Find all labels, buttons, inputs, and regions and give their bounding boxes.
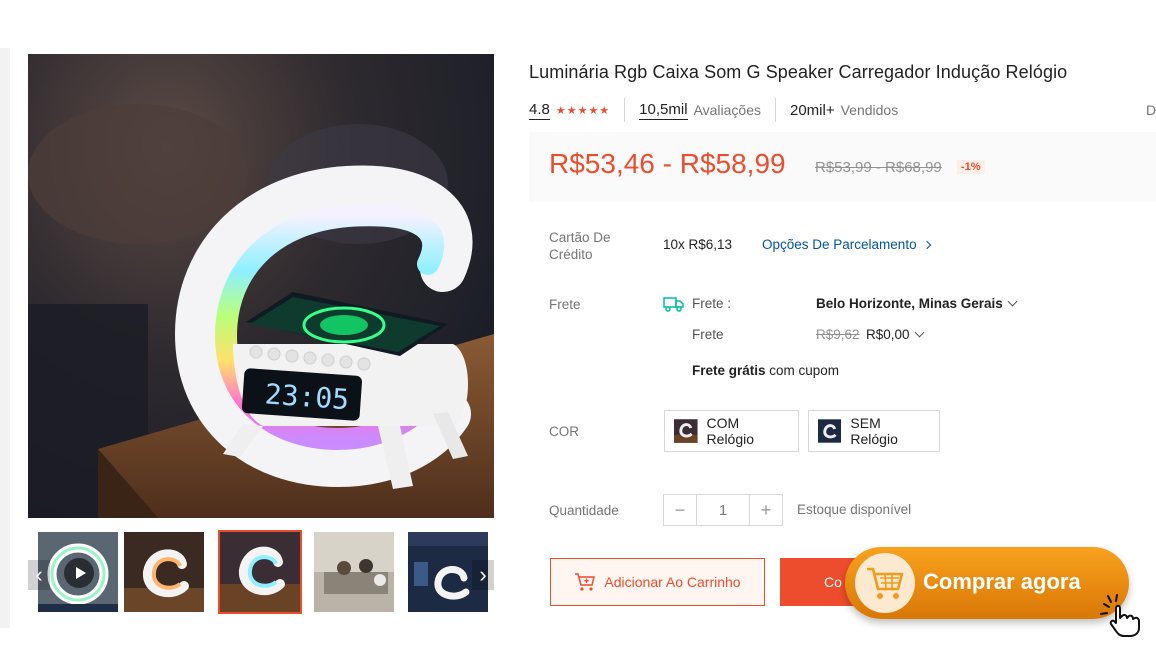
color-label: COR xyxy=(549,424,579,439)
shipping-destination: Belo Horizonte, Minas Gerais xyxy=(816,296,1003,311)
product-page: 23:05 ‹ › Luminária Rgb Caixa Som G Spea… xyxy=(0,0,1156,650)
shipping-label: Frete xyxy=(549,297,581,312)
shipping-new-cost: R$0,00 xyxy=(866,327,910,342)
installment-value: 10x R$6,13 xyxy=(663,237,733,252)
color-option-sem-relogio[interactable]: SEM Relógio xyxy=(808,410,940,452)
quantity-input[interactable]: 1 xyxy=(696,495,750,525)
hand-pointer-icon xyxy=(1100,594,1140,637)
color-option-com-relogio[interactable]: COM Relógio xyxy=(664,410,799,452)
current-price: R$53,46 - R$58,99 xyxy=(549,148,786,179)
free-shipping-rest: com cupom xyxy=(765,363,840,378)
add-to-cart-label: Adicionar Ao Carrinho xyxy=(604,574,741,590)
variant-thumbnail xyxy=(674,419,698,443)
free-shipping-note: Frete grátis com cupom xyxy=(692,363,839,378)
buy-now-cta-overlay[interactable]: Comprar agora xyxy=(845,547,1129,619)
divider xyxy=(624,98,626,122)
cart-icon xyxy=(855,553,915,613)
rating-stars: ★★★★★ xyxy=(555,104,611,117)
divider xyxy=(774,98,776,122)
product-stats: 4.8 ★★★★★ 10,5mil Avaliações 20mil+ Vend… xyxy=(529,98,898,122)
shipping-destination-selector[interactable]: Belo Horizonte, Minas Gerais xyxy=(816,296,1018,311)
report-link-partial[interactable]: D xyxy=(1146,102,1156,118)
thumbnail-2[interactable] xyxy=(218,530,302,614)
shipping-old-cost: R$9,62 xyxy=(816,327,860,342)
quantity-decrease-button[interactable]: − xyxy=(664,495,696,525)
thumbnail-1[interactable] xyxy=(122,530,206,614)
chevron-down-icon xyxy=(1007,296,1018,307)
chevron-right-icon xyxy=(923,240,932,250)
cart-icon xyxy=(575,573,596,591)
color-option-label: COM Relógio xyxy=(706,415,755,447)
chevron-down-icon xyxy=(914,327,924,338)
truck-icon xyxy=(663,297,684,312)
left-edge-panel xyxy=(0,48,10,628)
discount-badge: -1% xyxy=(957,160,985,174)
color-option-label: SEM Relógio xyxy=(850,415,898,447)
svg-text:23:05: 23:05 xyxy=(264,377,350,416)
shipping-cost-label: Frete xyxy=(692,327,724,342)
reviews-count[interactable]: 10,5mil xyxy=(639,101,688,120)
quantity-stepper: − 1 + xyxy=(663,494,783,526)
product-title: Luminária Rgb Caixa Som G Speaker Carreg… xyxy=(529,62,1068,82)
shipping-to-label: Frete : xyxy=(692,296,732,311)
credit-label: Cartão De Crédito xyxy=(549,230,611,262)
free-shipping-bold: Frete grátis xyxy=(692,363,766,378)
thumbnail-3[interactable] xyxy=(312,530,396,614)
reviews-label: Avaliações xyxy=(693,102,761,118)
stock-status: Estoque disponível xyxy=(797,502,912,517)
installment-options-link[interactable]: Opções De Parcelamento xyxy=(762,237,932,252)
main-product-image[interactable]: 23:05 xyxy=(28,54,494,518)
chevron-right-icon[interactable]: › xyxy=(472,560,494,590)
quantity-label: Quantidade xyxy=(549,503,619,518)
sold-count: 20mil+ xyxy=(789,101,835,119)
quantity-increase-button[interactable]: + xyxy=(750,495,782,525)
chevron-left-icon[interactable]: ‹ xyxy=(28,560,50,590)
original-price: R$53,99 - R$68,99 xyxy=(815,159,942,176)
variant-thumbnail xyxy=(818,419,842,443)
thumbnail-strip: ‹ › xyxy=(28,530,494,616)
cta-label: Comprar agora xyxy=(923,569,1081,594)
add-to-cart-button[interactable]: Adicionar Ao Carrinho xyxy=(550,558,765,606)
installment-options-label: Opções De Parcelamento xyxy=(762,237,917,252)
play-icon[interactable] xyxy=(64,558,94,588)
product-illustration: 23:05 xyxy=(28,104,494,518)
shipping-cost-selector[interactable]: R$0,00 xyxy=(866,327,924,342)
rating-value[interactable]: 4.8 xyxy=(529,101,550,120)
buy-now-label: Co xyxy=(824,574,842,590)
price-box: R$53,46 - R$58,99 R$53,99 - R$68,99 -1% xyxy=(529,132,1156,202)
sold-label: Vendidos xyxy=(840,102,899,118)
